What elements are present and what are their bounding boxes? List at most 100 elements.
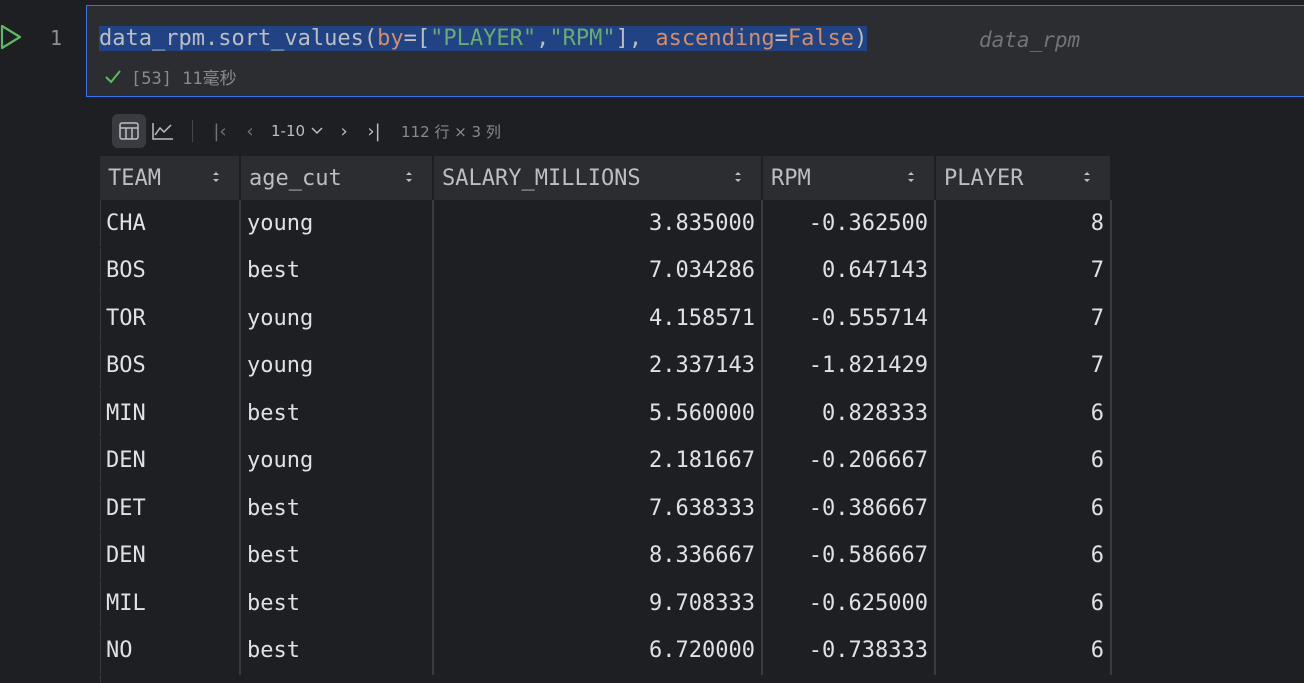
chart-view-button[interactable] <box>146 114 180 148</box>
cell-rpm[interactable]: -0.738333 <box>762 627 936 675</box>
cell-age-cut[interactable]: young <box>240 342 434 390</box>
sort-icon[interactable] <box>404 169 414 185</box>
execution-status: [53] 11毫秒 <box>103 64 237 89</box>
cell-salary-millions[interactable]: 2.337143 <box>433 342 763 390</box>
cell-player[interactable]: 7 <box>935 294 1112 343</box>
sort-icon[interactable] <box>1082 169 1092 185</box>
dataframe-size: 112 行 × 3 列 <box>401 122 501 141</box>
cell-player[interactable]: 6 <box>935 532 1112 580</box>
cell-age-cut[interactable]: young <box>240 294 434 343</box>
cell-team[interactable]: NO <box>100 627 241 675</box>
cell-player[interactable]: 6 <box>935 389 1112 438</box>
output-toolbar: |‹ ‹ 1-10 › ›| 112 行 × 3 列 <box>112 112 501 150</box>
cell-player[interactable]: 6 <box>935 484 1112 533</box>
cell-player[interactable]: 6 <box>935 627 1112 675</box>
cell-team[interactable]: DEN <box>100 437 241 485</box>
code-line[interactable]: data_rpm.sort_values(by=["PLAYER","RPM"]… <box>99 22 868 56</box>
first-page-button[interactable]: |‹ <box>205 114 235 148</box>
cell-rpm[interactable]: 0.647143 <box>762 247 936 295</box>
table-row[interactable]: DET best 7.638333 -0.386667 6 <box>100 484 1112 533</box>
cell-salary-millions[interactable]: 8.336667 <box>433 532 763 580</box>
table-row[interactable]: NO best 6.720000 -0.738333 6 <box>100 627 1112 675</box>
line-chart-icon <box>152 123 173 140</box>
column-header-team[interactable]: TEAM <box>100 156 241 200</box>
column-label: RPM <box>771 165 811 191</box>
cell-rpm[interactable]: -0.586667 <box>762 532 936 580</box>
page-range-dropdown[interactable]: 1-10 <box>265 122 329 140</box>
cell-rpm[interactable]: -0.386667 <box>762 484 936 533</box>
column-header-age-cut[interactable]: age_cut <box>240 156 434 200</box>
cell-team[interactable]: MIL <box>100 579 241 628</box>
sort-icon[interactable] <box>211 169 221 185</box>
cell-player[interactable]: 7 <box>935 342 1112 390</box>
cell-team[interactable]: DET <box>100 484 241 533</box>
cell-player[interactable]: 8 <box>935 200 1112 248</box>
cell-rpm[interactable]: 0.828333 <box>762 389 936 438</box>
editor-gutter: 1 <box>0 0 86 683</box>
previous-page-icon: ‹ <box>246 120 254 142</box>
code-cell[interactable]: data_rpm.sort_values(by=["PLAYER","RPM"]… <box>86 5 1304 97</box>
cell-team[interactable]: TOR <box>100 294 241 343</box>
code-by-kw: by <box>377 26 404 51</box>
cell-salary-millions[interactable]: 6.720000 <box>433 627 763 675</box>
cell-salary-millions[interactable]: 3.835000 <box>433 200 763 248</box>
cell-age-cut[interactable]: best <box>240 247 434 295</box>
cell-salary-millions[interactable]: 9.708333 <box>433 579 763 628</box>
run-cell-icon[interactable] <box>0 22 24 52</box>
table-row[interactable]: TOR young 4.158571 -0.555714 7 <box>100 294 1112 343</box>
column-header-salary-millions[interactable]: SALARY_MILLIONS <box>433 156 763 200</box>
cell-team[interactable]: MIN <box>100 389 241 438</box>
cell-age-cut[interactable]: best <box>240 579 434 628</box>
sort-icon[interactable] <box>733 169 743 185</box>
code-eq1: =[ <box>403 26 431 51</box>
check-icon <box>105 69 121 83</box>
code-close-paren: ) <box>854 26 868 51</box>
cell-player[interactable]: 6 <box>935 579 1112 628</box>
table-row[interactable]: DEN best 8.336667 -0.586667 6 <box>100 532 1112 580</box>
column-label: PLAYER <box>944 165 1024 191</box>
cell-salary-millions[interactable]: 7.638333 <box>433 484 763 533</box>
cell-age-cut[interactable]: best <box>240 627 434 675</box>
table-row[interactable]: BOS best 7.034286 0.647143 7 <box>100 247 1112 295</box>
cell-rpm[interactable]: -1.821429 <box>762 342 936 390</box>
table-row[interactable]: DEN young 2.181667 -0.206667 6 <box>100 437 1112 485</box>
cell-age-cut[interactable]: best <box>240 532 434 580</box>
sort-icon[interactable] <box>906 169 916 185</box>
last-page-button[interactable]: ›| <box>359 114 389 148</box>
cell-age-cut[interactable]: young <box>240 437 434 485</box>
page-range-label: 1-10 <box>271 122 306 140</box>
cell-team[interactable]: DEN <box>100 532 241 580</box>
code-fn: data_rpm.sort_values( <box>99 26 378 51</box>
cell-team[interactable]: BOS <box>100 247 241 295</box>
table-row[interactable]: MIL best 9.708333 -0.625000 6 <box>100 579 1112 628</box>
cell-team[interactable]: CHA <box>100 200 241 248</box>
dataframe-table: TEAM age_cut SALARY_MILLIONS RPM PLAYER … <box>100 156 1112 675</box>
cell-salary-millions[interactable]: 7.034286 <box>433 247 763 295</box>
variable-hint: data_rpm <box>979 28 1081 52</box>
cell-rpm[interactable]: -0.625000 <box>762 579 936 628</box>
first-page-icon: |‹ <box>213 120 227 142</box>
cell-age-cut[interactable]: best <box>240 389 434 438</box>
next-page-button[interactable]: › <box>329 114 359 148</box>
table-row[interactable]: MIN best 5.560000 0.828333 6 <box>100 389 1112 438</box>
cell-player[interactable]: 6 <box>935 437 1112 485</box>
cell-salary-millions[interactable]: 2.181667 <box>433 437 763 485</box>
cell-age-cut[interactable]: best <box>240 484 434 533</box>
code-asc-kw: ascending <box>655 26 775 51</box>
cell-team[interactable]: BOS <box>100 342 241 390</box>
cell-salary-millions[interactable]: 5.560000 <box>433 389 763 438</box>
cell-rpm[interactable]: -0.555714 <box>762 294 936 343</box>
column-label: SALARY_MILLIONS <box>442 165 641 191</box>
next-page-icon: › <box>340 120 348 142</box>
table-row[interactable]: CHA young 3.835000 -0.362500 8 <box>100 200 1112 248</box>
table-row[interactable]: BOS young 2.337143 -1.821429 7 <box>100 342 1112 390</box>
cell-age-cut[interactable]: young <box>240 200 434 248</box>
cell-salary-millions[interactable]: 4.158571 <box>433 294 763 343</box>
cell-rpm[interactable]: -0.206667 <box>762 437 936 485</box>
column-header-player[interactable]: PLAYER <box>935 156 1112 200</box>
cell-rpm[interactable]: -0.362500 <box>762 200 936 248</box>
cell-player[interactable]: 7 <box>935 247 1112 295</box>
previous-page-button[interactable]: ‹ <box>235 114 265 148</box>
table-view-button[interactable] <box>112 114 146 148</box>
column-header-rpm[interactable]: RPM <box>762 156 936 200</box>
